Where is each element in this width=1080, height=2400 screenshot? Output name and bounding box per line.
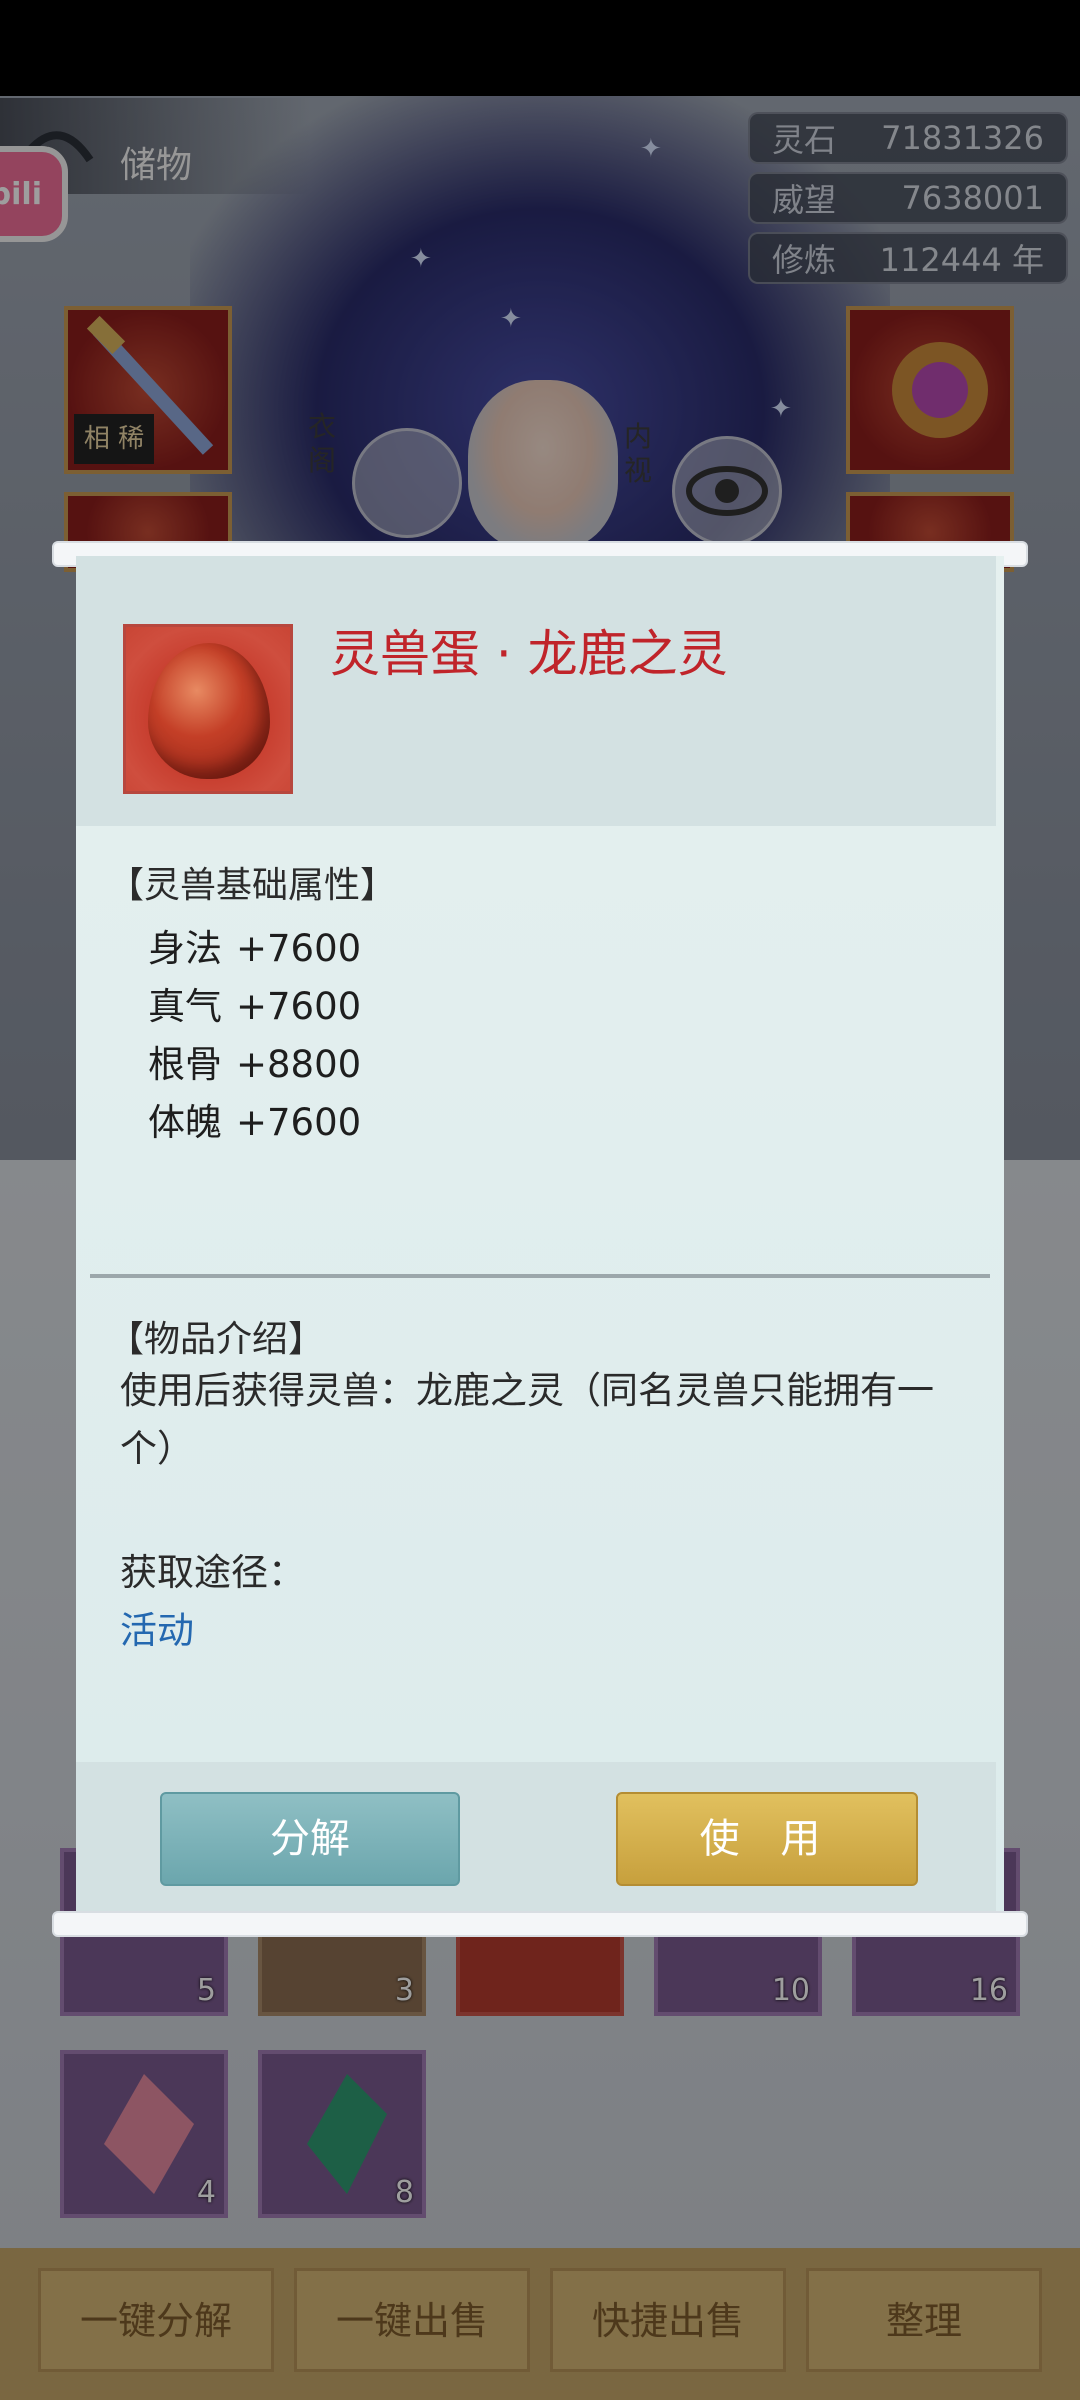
- attributes-title: 【灵兽基础属性】: [108, 865, 397, 906]
- decompose-button[interactable]: 分解: [160, 1792, 460, 1886]
- attribute-name: 体魄: [148, 1101, 222, 1144]
- source-link-activity[interactable]: 活动: [120, 1600, 194, 1654]
- use-button[interactable]: 使 用: [616, 1792, 918, 1886]
- scroll-rod-bottom: [52, 1911, 1028, 1937]
- attribute-name: 真气: [148, 985, 222, 1028]
- item-description: 使用后获得灵兽：龙鹿之灵（同名灵兽只能拥有一个）: [120, 1369, 934, 1470]
- attribute-value: +7600: [236, 1101, 362, 1144]
- item-detail-dialog: 灵兽蛋 · 龙鹿之灵 【灵兽基础属性】 身法 +7600 真气 +7600 根骨 +8…: [76, 556, 1004, 1916]
- attribute-name: 身法: [148, 927, 222, 970]
- section-divider: [90, 1274, 990, 1278]
- attribute-value: +7600: [236, 927, 362, 970]
- attribute-value: +8800: [236, 1043, 362, 1086]
- item-icon: [123, 624, 293, 794]
- source-label: 获取途径：: [120, 1551, 305, 1594]
- item-name: 灵兽蛋 · 龙鹿之灵: [330, 625, 728, 683]
- attribute-name: 根骨: [148, 1043, 222, 1086]
- spirit-beast-egg-icon: [148, 643, 270, 779]
- attribute-row: 体魄 +7600: [148, 1092, 361, 1146]
- status-bar: [0, 0, 1080, 96]
- attribute-row: 身法 +7600: [148, 918, 361, 972]
- intro-title: 【物品介绍】: [108, 1319, 325, 1360]
- attribute-row: 真气 +7600: [148, 976, 361, 1030]
- attribute-row: 根骨 +8800: [148, 1034, 361, 1088]
- attribute-value: +7600: [236, 985, 362, 1028]
